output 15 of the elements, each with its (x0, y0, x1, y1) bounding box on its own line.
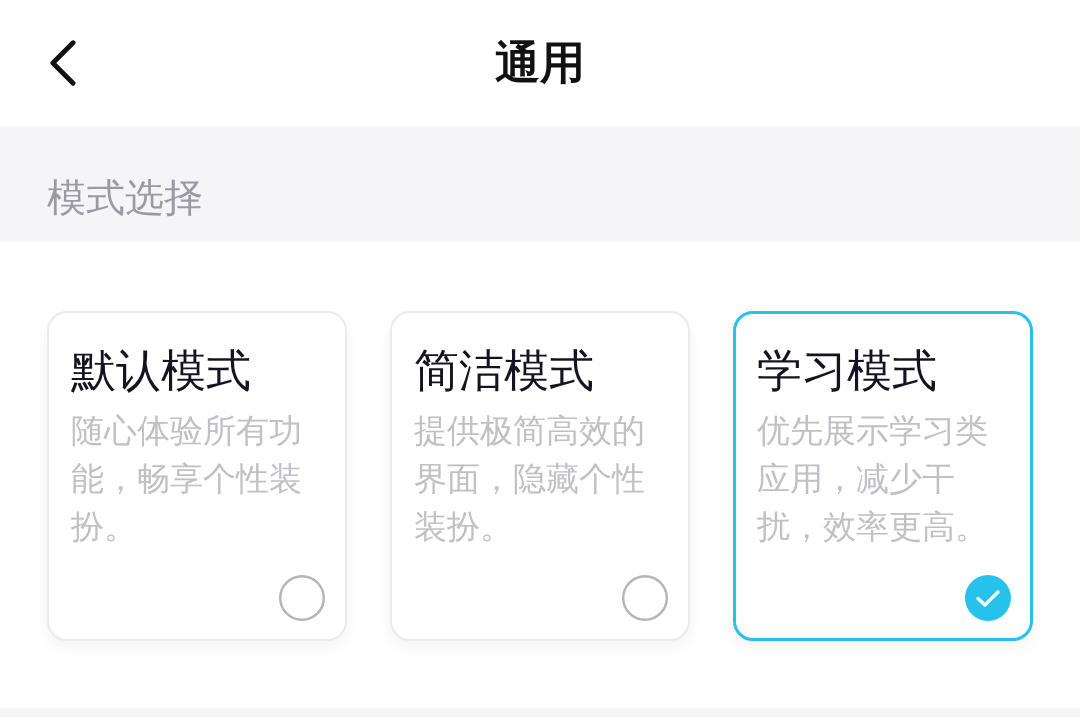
mode-title: 学习模式 (757, 345, 937, 397)
page-title: 通用 (495, 36, 585, 90)
mode-description: 提供极简高效的界面，隐藏个性装扮。 (414, 410, 646, 548)
radio-icon[interactable] (279, 575, 325, 621)
section-label: 模式选择 (47, 175, 203, 221)
mode-card[interactable]: 学习模式 优先展示学习类应用，减少干扰，效率更高。 (733, 311, 1033, 641)
radio-icon[interactable] (622, 575, 668, 621)
mode-description: 优先展示学习类应用，减少干扰，效率更高。 (757, 410, 989, 548)
mode-title: 默认模式 (71, 345, 251, 397)
back-icon[interactable] (49, 39, 76, 87)
mode-description: 随心体验所有功能，畅享个性装扮。 (71, 410, 303, 548)
mode-card[interactable]: 简洁模式 提供极简高效的界面，隐藏个性装扮。 (390, 311, 690, 641)
mode-card[interactable]: 默认模式 随心体验所有功能，畅享个性装扮。 (47, 311, 347, 641)
check-circle-icon[interactable] (965, 575, 1011, 621)
mode-title: 简洁模式 (414, 345, 594, 397)
